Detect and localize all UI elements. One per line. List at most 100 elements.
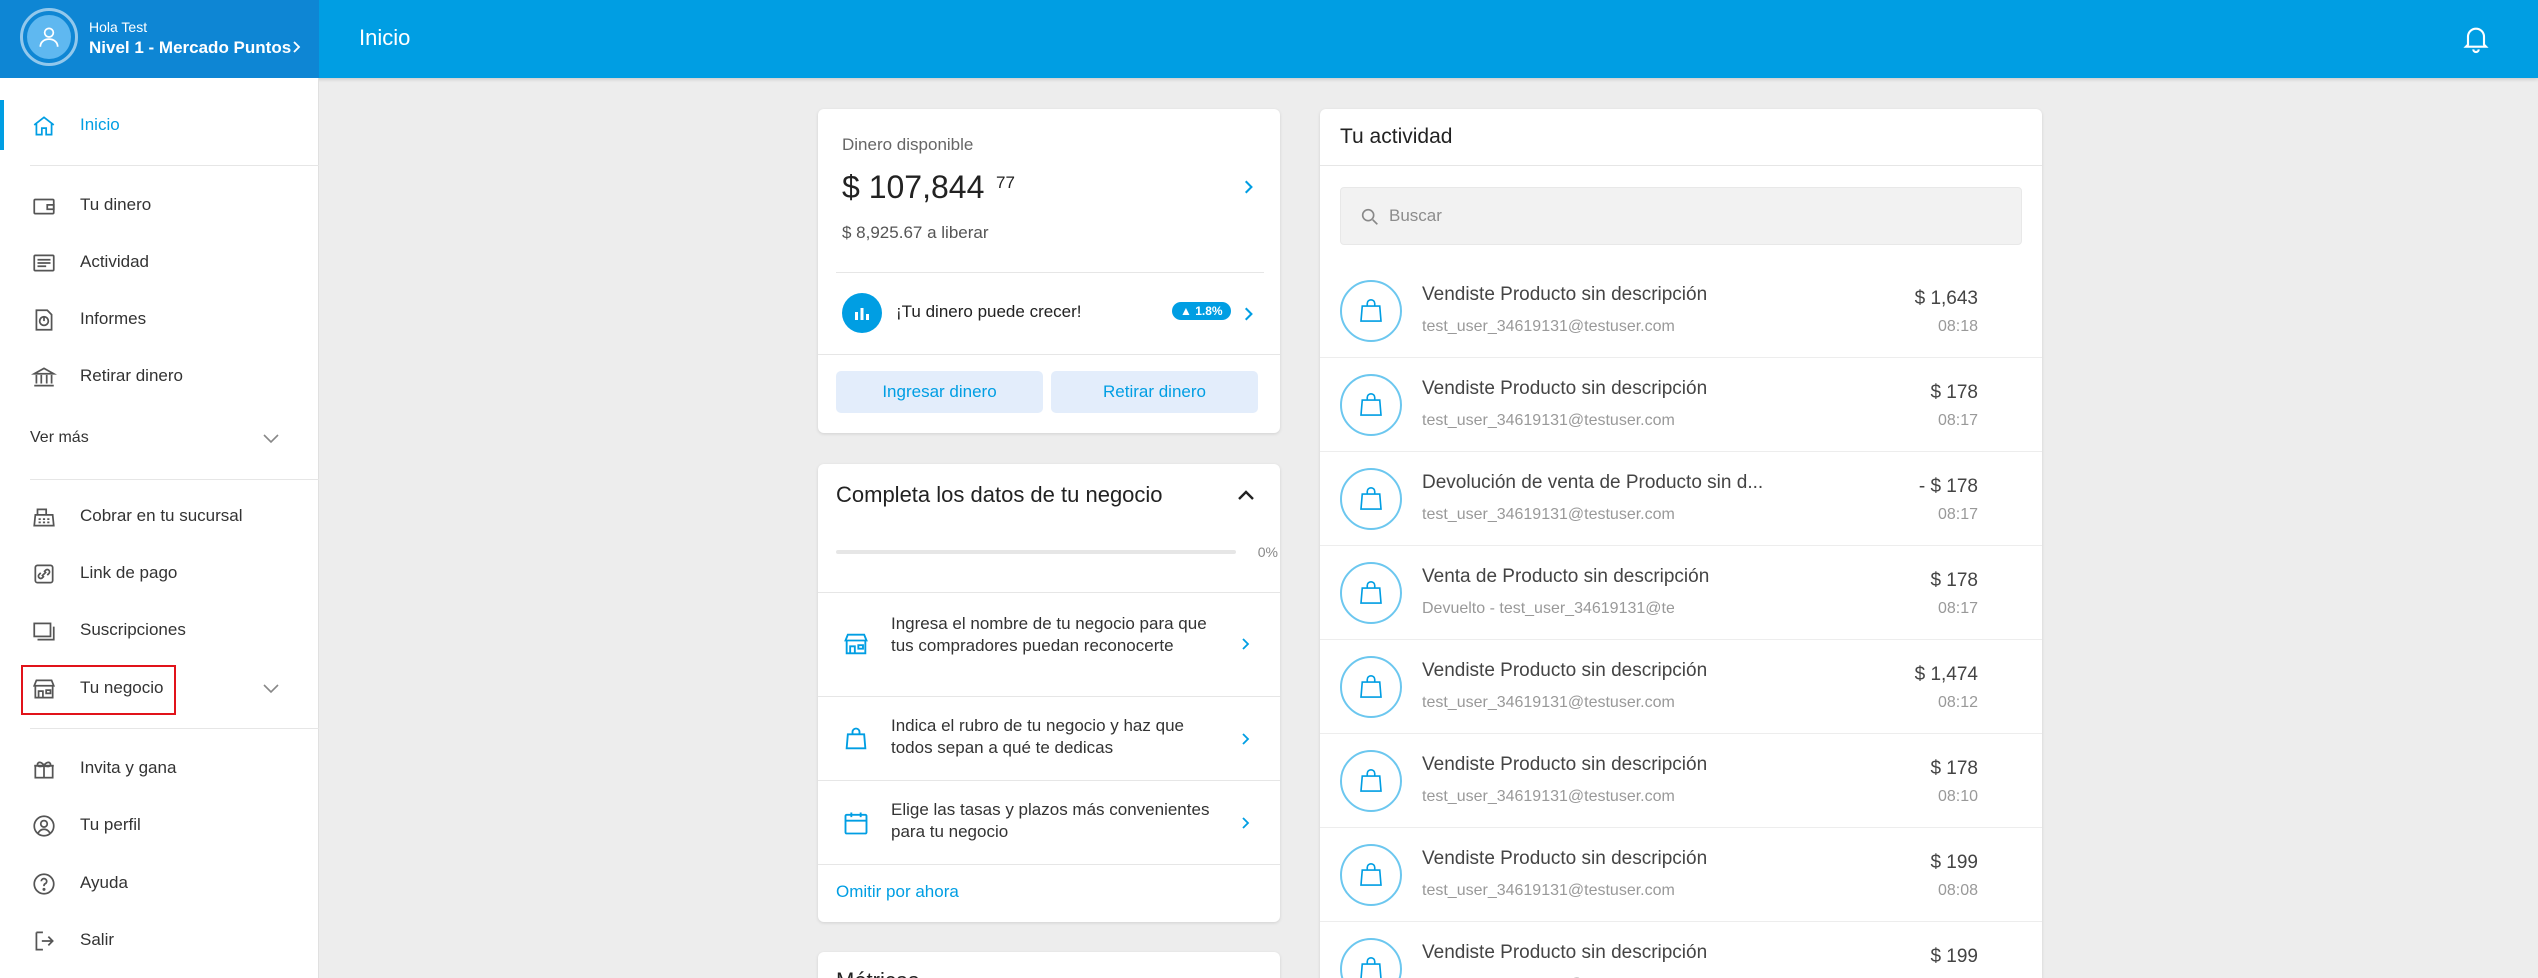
sidebar-item-label: Tu dinero [80, 195, 152, 214]
help-icon [33, 873, 55, 895]
activity-subtitle: test_user_34619131@testuser.com [1422, 412, 1674, 429]
sidebar-item-tu-dinero[interactable]: Tu dinero [0, 180, 319, 230]
money-amount[interactable]: $ 107,844 [842, 169, 984, 206]
bag-icon [845, 727, 867, 750]
activity-subtitle: test_user_34619131@testuser.com [1422, 506, 1674, 523]
activity-amount: $ 178 [1930, 382, 1978, 403]
activity-card: Tu actividad Vendiste Producto sin descr… [1320, 109, 2042, 978]
activity-row[interactable]: Vendiste Producto sin descripcióntest_us… [1320, 828, 2042, 922]
sidebar-item-label: Suscripciones [80, 620, 186, 639]
register-icon [33, 508, 55, 527]
link-icon [34, 564, 54, 584]
chevron-right-icon [293, 41, 301, 53]
bag-icon [1340, 468, 1402, 530]
activity-title-text: Vendiste Producto sin descripción [1422, 378, 1708, 399]
step-text: Indica el rubro de tu negocio y haz que … [891, 716, 1184, 757]
grow-badge: ▲ 1.8% [1172, 302, 1231, 320]
chevron-down-icon [263, 684, 279, 694]
activity-time: 08:17 [1937, 412, 1978, 429]
sidebar-item-label: Link de pago [80, 563, 178, 582]
bag-icon [1340, 938, 1402, 978]
user-menu[interactable]: Hola Test Nivel 1 - Mercado Puntos [0, 0, 319, 78]
business-card: Completa los datos de tu negocio 0% Ingr… [818, 464, 1280, 922]
wallet-icon [33, 198, 55, 215]
money-release: $ 8,925.67 a liberar [842, 223, 989, 243]
divider [1320, 165, 2042, 166]
activity-subtitle: Devuelto - test_user_34619131@testuser.c… [1422, 600, 1674, 617]
sidebar-item-suscripciones[interactable]: Suscripciones [0, 605, 319, 655]
avatar[interactable] [20, 8, 78, 66]
activity-title-text: Venta de Producto sin descripción [1422, 566, 1710, 587]
bell-icon[interactable] [2460, 22, 2492, 54]
store-icon [844, 633, 868, 655]
report-icon [35, 309, 53, 331]
sidebar-item-salir[interactable]: Salir [0, 915, 319, 965]
sidebar-item-ver-mas[interactable]: Ver más [0, 413, 319, 463]
activity-subtitle: test_user_34619131@testuser.com [1422, 882, 1674, 899]
bag-icon [1340, 562, 1402, 624]
chevron-right-icon [1242, 733, 1250, 745]
activity-row[interactable]: Venta de Producto sin descripción Devuelt… [1320, 546, 2042, 640]
business-step-category[interactable]: Indica el rubro de tu negocio y haz que … [818, 696, 1280, 780]
sidebar-item-label: Salir [80, 930, 115, 949]
subscriptions-icon [33, 622, 55, 641]
calendar-icon [844, 812, 868, 835]
skip-link[interactable]: Omitir por ahora [836, 882, 959, 902]
business-step-name[interactable]: Ingresa el nombre de tu negocio para que… [818, 592, 1280, 696]
metrics-card: Métricas [818, 952, 1280, 978]
deposit-button[interactable]: Ingresar dinero [836, 371, 1043, 413]
list-icon [33, 254, 55, 272]
chevron-right-icon[interactable] [1242, 306, 1254, 322]
sidebar: Inicio Tu dinero Actividad Informes Reti… [0, 78, 319, 978]
release-label: a liberar [927, 223, 989, 242]
activity-row[interactable]: Vendiste Producto sin descripción test_us… [1320, 358, 2042, 452]
top-bar: Hola Test Nivel 1 - Mercado Puntos Inici… [0, 0, 2538, 78]
user-greeting: Hola Test [89, 19, 148, 35]
activity-amount: $ 178 [1930, 570, 1978, 591]
business-title: Completa los datos de tu negocio [836, 482, 1163, 507]
progress-bar [836, 550, 1236, 554]
sidebar-item-label: Tu perfil [80, 815, 141, 834]
activity-row[interactable]: Vendiste Producto sin descripcióntest_us… [1320, 640, 2042, 734]
activity-amount: $ 199 [1930, 852, 1978, 873]
activity-title-text: Devolución de venta de Producto sin d... [1422, 472, 1764, 493]
sidebar-item-inicio[interactable]: Inicio [0, 100, 319, 150]
chevron-right-icon [1242, 817, 1250, 829]
highlight-box [21, 665, 176, 715]
activity-row[interactable]: Vendiste Producto sin descripcióntest_us… [1320, 264, 2042, 358]
activity-row[interactable]: Devolución de venta de Producto sin d...… [1320, 452, 2042, 546]
sidebar-item-informes[interactable]: Informes [0, 294, 319, 344]
divider [836, 272, 1264, 273]
user-icon [39, 27, 59, 47]
sidebar-item-invita-y-gana[interactable]: Invita y gana [0, 743, 319, 793]
chevron-up-icon[interactable] [1236, 488, 1256, 502]
bag-icon [1340, 374, 1402, 436]
active-indicator [0, 100, 4, 150]
activity-row[interactable]: Vendiste Producto sin descripcióntest_us… [1320, 734, 2042, 828]
sidebar-item-ayuda[interactable]: Ayuda [0, 858, 319, 908]
activity-row[interactable]: Vendiste Producto sin descripcióntest_us… [1320, 922, 2042, 978]
business-step-rates[interactable]: Elige las tasas y plazos más conveniente… [818, 780, 1280, 864]
metrics-title: Métricas [836, 968, 919, 978]
sidebar-item-link-de-pago[interactable]: Link de pago [0, 548, 319, 598]
sidebar-item-actividad[interactable]: Actividad [0, 237, 319, 287]
activity-title-text: Vendiste Producto sin descripción [1422, 660, 1708, 681]
bag-icon [1340, 750, 1402, 812]
grow-text[interactable]: ¡Tu dinero puede crecer! [896, 302, 1082, 322]
activity-title-text: Vendiste Producto sin descripción [1422, 754, 1708, 775]
activity-title-text: Vendiste Producto sin descripción [1422, 942, 1708, 963]
money-cents: 77 [996, 173, 1015, 192]
sidebar-item-cobrar-sucursal[interactable]: Cobrar en tu sucursal [0, 491, 319, 541]
logout-icon [35, 931, 54, 951]
sidebar-item-tu-perfil[interactable]: Tu perfil [0, 800, 319, 850]
sidebar-item-label: Inicio [80, 115, 120, 134]
user-level[interactable]: Nivel 1 - Mercado Puntos [89, 38, 291, 58]
withdraw-button[interactable]: Retirar dinero [1051, 371, 1258, 413]
step-text: Ingresa el nombre de tu negocio para que… [891, 614, 1207, 655]
chevron-right-icon [1242, 638, 1250, 650]
chevron-right-icon[interactable] [1242, 179, 1254, 195]
bag-icon [1340, 656, 1402, 718]
sidebar-item-retirar-dinero[interactable]: Retirar dinero [0, 351, 319, 401]
activity-amount: - $ 178 [1918, 476, 1978, 497]
search-input[interactable] [1389, 188, 2009, 244]
